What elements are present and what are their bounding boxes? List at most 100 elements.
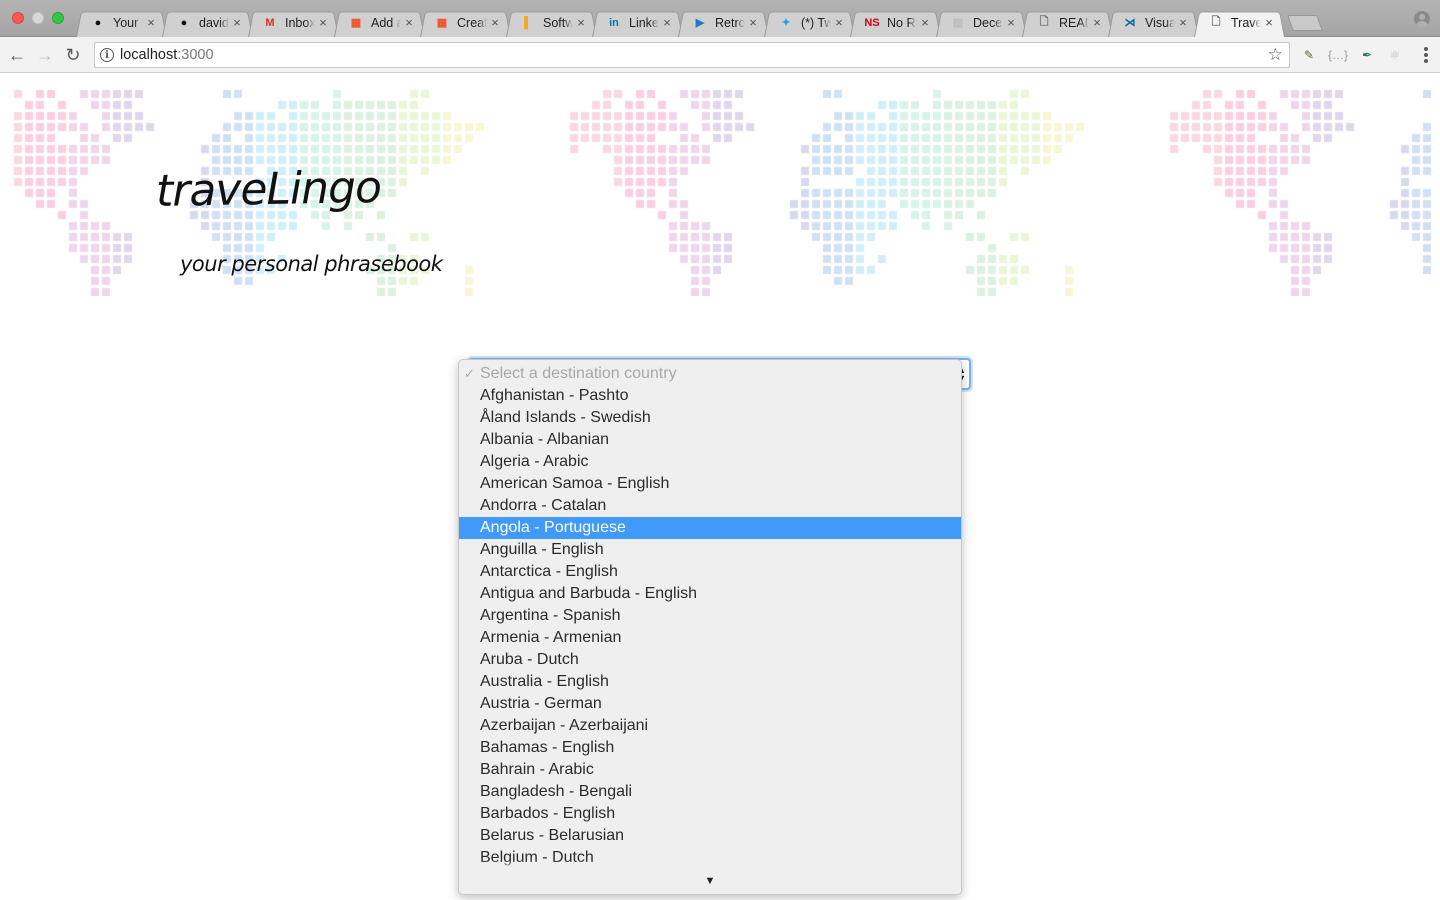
github-icon: ● [180,16,188,29]
close-tab-icon[interactable]: × [833,15,845,30]
dropdown-option[interactable]: Azerbaijan - Azerbaijani [459,715,961,737]
eyedropper-extension-icon[interactable]: ✒ [1358,46,1376,64]
react-devtools-extension-icon[interactable]: ⚛ [1386,46,1404,64]
retro-icon: ▶ [695,17,705,29]
browser-tab[interactable]: 🗋 TravelApp× [1194,8,1285,37]
close-tab-icon[interactable]: × [1177,15,1189,30]
tab-title: RetroP [715,15,745,30]
browser-tab[interactable]: in LinkedIn× [592,8,683,37]
forward-button[interactable]: → [34,44,56,66]
dropdown-option[interactable]: Bangladesh - Bengali [459,781,961,803]
gmail-icon: M [265,16,275,29]
browser-tab[interactable]: ▌ Software× [506,8,597,37]
bookmark-star-icon[interactable]: ☆ [1268,45,1283,65]
dropdown-option[interactable]: Bahrain - Arabic [459,759,961,781]
header-banner: traveLingo your personal phrasebook [0,86,1440,296]
reload-icon: ↻ [65,44,81,65]
github-icon: ● [94,16,102,29]
dropdown-option[interactable]: American Samoa - English [459,473,961,495]
dropdown-option[interactable]: Austria - German [459,693,961,715]
browser-tab[interactable]: ▶ RetroP× [678,8,769,37]
dropdown-option[interactable]: Angola - Portuguese [459,517,961,539]
dropdown-option[interactable]: Antarctica - English [459,561,961,583]
info-icon[interactable]: i [100,48,114,62]
check-icon: ✓ [464,366,475,381]
tab-title: TravelApp [1231,15,1261,30]
microsoft-icon: ▦ [436,17,448,29]
tab-title: Software [543,15,573,30]
json-viewer-extension-icon[interactable]: {…} [1328,46,1348,64]
minimize-window-button[interactable] [32,12,44,24]
microsoft-icon: ▦ [350,17,362,29]
dropdown-option[interactable]: Armenia - Armenian [459,627,961,649]
dropdown-option[interactable]: Bahamas - English [459,737,961,759]
dropdown-option[interactable]: Antigua and Barbuda - English [459,583,961,605]
gimp-extension-icon[interactable]: ✎ [1300,46,1318,64]
ns-icon: NS [864,16,880,29]
tab-title: Add a [371,15,401,30]
twitter-icon: ✦ [781,17,791,29]
arrow-right-icon: → [36,44,54,65]
close-tab-icon[interactable]: × [661,15,673,30]
dropdown-option[interactable]: Barbados - English [459,803,961,825]
tab-title: Decent [973,15,1003,30]
tab-title: Your Repositories [113,15,143,30]
dropdown-option[interactable]: Aruba - Dutch [459,649,961,671]
close-tab-icon[interactable]: × [403,15,415,30]
browser-tab[interactable]: ✦ (*) Twitter× [764,8,855,37]
url-port: :3000 [177,47,214,63]
close-window-button[interactable] [12,12,24,24]
browser-tab[interactable]: M Inbox (× [248,8,339,37]
close-tab-icon[interactable]: × [489,15,501,30]
close-tab-icon[interactable]: × [1263,15,1275,30]
dropdown-option[interactable]: Anguilla - English [459,539,961,561]
browser-tab[interactable]: 🗋 README× [1022,8,1113,37]
dropdown-option[interactable]: Albania - Albanian [459,429,961,451]
scroll-down-arrow-icon[interactable]: ▼ [459,860,961,894]
browser-tab[interactable]: ● davidr× [162,8,253,37]
arrow-left-icon: ← [8,44,26,65]
close-tab-icon[interactable]: × [231,15,243,30]
reload-button[interactable]: ↻ [62,44,84,66]
tab-title: README [1059,15,1089,30]
close-tab-icon[interactable]: × [919,15,931,30]
dropdown-option[interactable]: Australia - English [459,671,961,693]
app-logo: traveLingo [155,162,382,217]
tab-title: Create [457,15,487,30]
browser-tab[interactable]: ⋊ Visual S× [1108,8,1199,37]
back-button[interactable]: ← [6,44,28,66]
url-text[interactable]: localhost:3000 [120,47,214,63]
dropdown-option[interactable]: Andorra - Catalan [459,495,961,517]
close-tab-icon[interactable]: × [575,15,587,30]
browser-tab[interactable]: ▦ Add a × [334,8,425,37]
placeholder-label: Select a destination country [480,365,677,382]
browser-tab[interactable]: NS No Rich× [850,8,941,37]
close-tab-icon[interactable]: × [1091,15,1103,30]
vscode-icon: ⋊ [1124,17,1136,29]
close-tab-icon[interactable]: × [145,15,157,30]
new-tab-button[interactable] [1290,15,1320,31]
dropdown-option[interactable]: Åland Islands - Swedish [459,407,961,429]
browser-toolbar: ← → ↻ i localhost:3000 ☆ ✎ {…} ✒ ⚛ [0,37,1440,73]
maximize-window-button[interactable] [52,12,64,24]
browser-tab[interactable]: ▦ Create× [420,8,511,37]
app-tagline: your personal phrasebook [180,252,443,276]
browser-menu-icon[interactable] [1424,47,1428,63]
dropdown-option[interactable]: Argentina - Spanish [459,605,961,627]
document-icon: 🗋 [1211,16,1221,28]
close-tab-icon[interactable]: × [317,15,329,30]
profile-icon[interactable] [1414,11,1430,27]
browser-tab[interactable]: ● Your Repositories× [76,8,167,37]
dropdown-option[interactable]: Algeria - Arabic [459,451,961,473]
dropdown-placeholder-option[interactable]: ✓ Select a destination country [459,363,961,385]
country-dropdown-list[interactable]: ✓ Select a destination country Afghanist… [458,359,962,895]
tab-title: (*) Twitter [801,15,831,30]
dropdown-option[interactable]: Afghanistan - Pashto [459,385,961,407]
close-tab-icon[interactable]: × [747,15,759,30]
browser-tab[interactable]: ▤ Decent× [936,8,1027,37]
address-bar[interactable]: i localhost:3000 ☆ [94,42,1290,68]
tab-title: Inbox ( [285,15,315,30]
tab-title: No Rich [887,15,917,30]
dropdown-option[interactable]: Belarus - Belarusian [459,825,961,847]
close-tab-icon[interactable]: × [1005,15,1017,30]
